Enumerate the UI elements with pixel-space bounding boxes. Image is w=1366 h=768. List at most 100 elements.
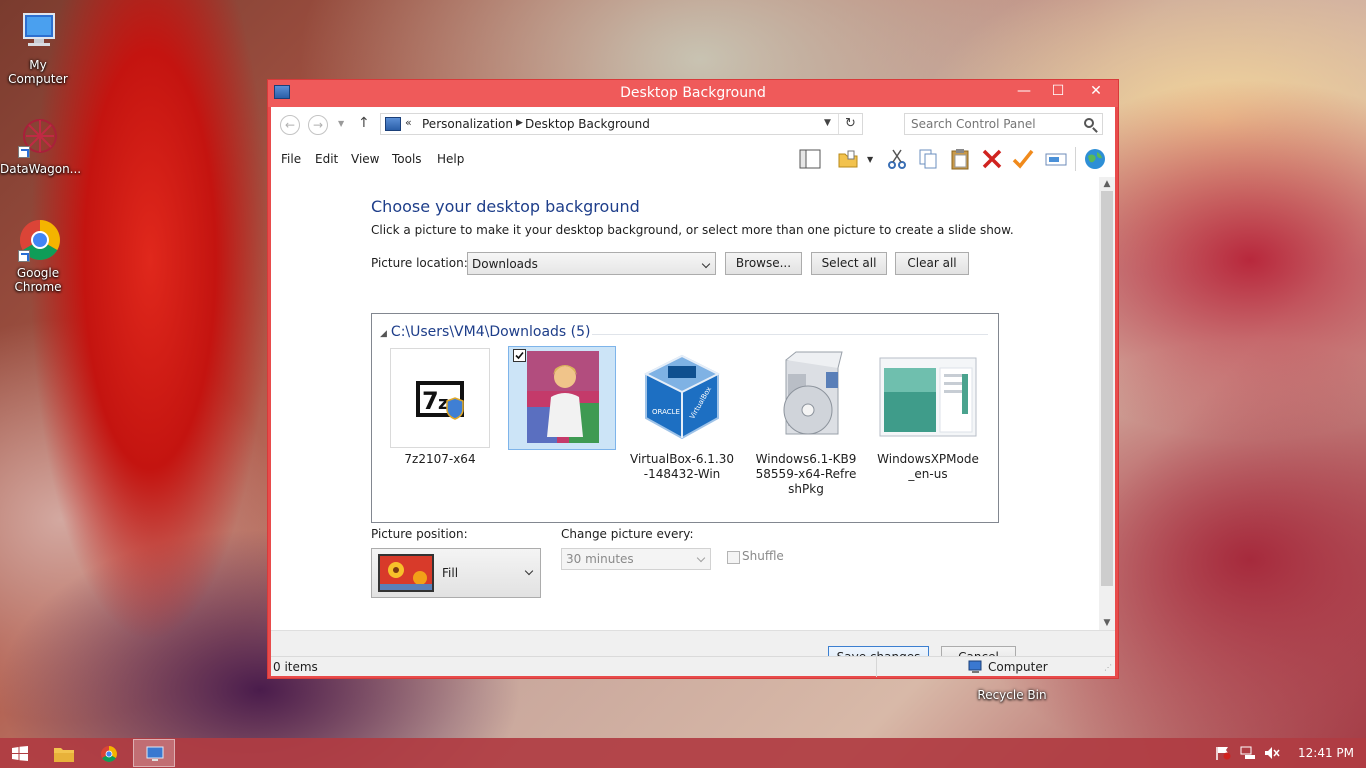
page-description: Click a picture to make it your desktop …	[371, 223, 1014, 237]
tile-caption: Windows6.1-KB958559-x64-RefreshPkg	[755, 452, 857, 496]
tile-caption: VirtualBox-6.1.30-148432-Win	[630, 452, 735, 481]
select-all-button[interactable]: Select all	[811, 252, 887, 275]
rename-icon[interactable]	[1044, 147, 1068, 171]
picture-location-select[interactable]: Downloads	[467, 252, 716, 275]
toolbar-separator	[1075, 147, 1076, 171]
windows-logo-icon	[12, 746, 28, 761]
scroll-down-icon[interactable]: ▼	[1099, 616, 1115, 630]
content-area: Choose your desktop background Click a p…	[271, 177, 1099, 630]
datawagon-icon	[16, 114, 60, 158]
control-panel-icon	[146, 746, 164, 761]
cut-icon[interactable]	[885, 147, 909, 171]
network-icon[interactable]	[1240, 746, 1256, 760]
title-bar[interactable]: Desktop Background — ☐ ✕	[268, 80, 1118, 107]
browse-button[interactable]: Browse...	[725, 252, 802, 275]
globe-icon[interactable]	[1083, 147, 1107, 171]
taskbar-file-explorer[interactable]	[43, 739, 85, 767]
close-button[interactable]: ✕	[1075, 80, 1117, 102]
desktop-icon-label: Chrome	[14, 280, 62, 294]
search-input[interactable]	[905, 114, 1075, 134]
picture-tile[interactable]: Windows6.1-KB958559-x64-RefreshPkg	[754, 348, 858, 497]
desktop-icon-my-computer[interactable]: My Computer	[0, 10, 76, 86]
shuffle-checkbox[interactable]	[727, 551, 740, 564]
recent-locations-chevron-icon[interactable]: ▼	[338, 119, 344, 128]
desktop-icon-label: My	[29, 58, 47, 72]
delete-icon[interactable]	[980, 147, 1004, 171]
desktop-icon-label: DataWagon...	[0, 162, 82, 176]
breadcrumb-separator-icon[interactable]: ▶	[516, 118, 523, 128]
change-picture-every-select[interactable]: 30 minutes	[561, 548, 711, 570]
status-location: Computer	[988, 660, 1048, 674]
menu-view[interactable]: View	[351, 152, 379, 166]
refresh-icon[interactable]: ↻	[838, 114, 862, 134]
taskbar-chrome[interactable]	[88, 739, 130, 767]
picture-tile[interactable]: ORACLE VirtualBox VirtualBox-6.1.30-1484…	[630, 348, 734, 482]
windows-xp-mode-icon	[878, 348, 978, 448]
menu-file[interactable]: File	[281, 152, 301, 166]
group-header-label: C:\Users\VM4\Downloads (5)	[390, 324, 591, 340]
maximize-button[interactable]: ☐	[1041, 80, 1075, 102]
copy-icon[interactable]	[916, 147, 940, 171]
chevron-down-icon	[696, 553, 706, 563]
menu-help[interactable]: Help	[437, 152, 464, 166]
minimize-button[interactable]: —	[1007, 80, 1041, 102]
folder-options-dropdown-icon[interactable]: ▼	[867, 155, 873, 164]
search-box[interactable]	[904, 113, 1103, 135]
installer-7z-icon: 7 z	[390, 348, 490, 448]
menu-bar: File Edit View Tools Help ▼	[271, 141, 1115, 177]
collapse-group-icon[interactable]: ◢	[380, 329, 387, 339]
change-picture-every-label: Change picture every:	[561, 527, 694, 541]
shortcut-arrow-icon	[18, 146, 30, 158]
menu-tools[interactable]: Tools	[392, 152, 422, 166]
navigation-bar: ← → ▼ ↑ « Personalization ▶ Desktop Back…	[271, 107, 1115, 141]
clear-all-button[interactable]: Clear all	[895, 252, 969, 275]
control-panel-icon	[385, 117, 401, 131]
taskbar-control-panel[interactable]	[133, 739, 175, 767]
item-count: 0 items	[273, 660, 318, 674]
tile-checkbox-checked[interactable]	[513, 349, 526, 362]
start-button[interactable]	[0, 739, 42, 767]
layout-pane-icon[interactable]	[798, 147, 822, 171]
portrait-photo-thumbnail	[508, 346, 616, 450]
scroll-up-icon[interactable]: ▲	[1099, 177, 1115, 191]
resize-grip-icon[interactable]: ⋰	[1104, 663, 1112, 672]
picture-position-preview-icon	[378, 554, 434, 592]
picture-location-value: Downloads	[472, 257, 538, 271]
folder-icon	[54, 748, 74, 762]
scrollbar-thumb[interactable]	[1101, 191, 1113, 586]
desktop-icon-google-chrome[interactable]: Google Chrome	[0, 218, 76, 294]
picture-position-select[interactable]: Fill	[371, 548, 541, 598]
overflow-crumb[interactable]: «	[405, 116, 412, 129]
action-center-flag-icon[interactable]	[1215, 746, 1231, 760]
group-divider	[592, 334, 988, 335]
picture-location-label: Picture location:	[371, 256, 468, 270]
desktop-icon-recycle-bin[interactable]: Recycle Bin	[974, 688, 1050, 702]
menu-edit[interactable]: Edit	[315, 152, 338, 166]
address-dropdown-icon[interactable]: ▼	[824, 118, 831, 128]
volume-muted-icon[interactable]	[1264, 746, 1280, 760]
search-icon[interactable]	[1084, 118, 1094, 128]
group-header[interactable]: ◢ C:\Users\VM4\Downloads (5)	[380, 324, 591, 340]
chevron-down-icon	[524, 566, 534, 576]
paste-icon[interactable]	[948, 147, 972, 171]
status-bar: 0 items Computer ⋰	[271, 656, 1115, 677]
address-bar[interactable]: « Personalization ▶ Desktop Background ▼…	[380, 113, 863, 135]
breadcrumb-desktop-background[interactable]: Desktop Background	[525, 117, 650, 131]
taskbar-clock[interactable]: 12:41 PM	[1298, 746, 1354, 760]
picture-tile[interactable]: 7 z 7z2107-x64	[388, 348, 492, 467]
desktop-icon-datawagon[interactable]: DataWagon...	[0, 114, 82, 176]
vertical-scrollbar[interactable]: ▲ ▼	[1099, 177, 1115, 630]
breadcrumb-personalization[interactable]: Personalization	[422, 117, 513, 131]
svg-text:7: 7	[422, 387, 439, 415]
up-arrow-icon[interactable]: ↑	[358, 115, 370, 131]
picture-tile[interactable]: WindowsXPMode_en-us	[876, 348, 980, 482]
back-button[interactable]: ←	[280, 115, 300, 135]
desktop-icon-label: Google	[16, 266, 60, 280]
change-picture-every-value: 30 minutes	[566, 552, 634, 566]
picture-tile-selected[interactable]	[508, 346, 616, 454]
status-divider	[876, 657, 877, 677]
virtualbox-icon: ORACLE VirtualBox	[632, 348, 732, 448]
properties-check-icon[interactable]	[1011, 147, 1035, 171]
folder-options-icon[interactable]	[836, 147, 860, 171]
forward-button[interactable]: →	[308, 115, 328, 135]
